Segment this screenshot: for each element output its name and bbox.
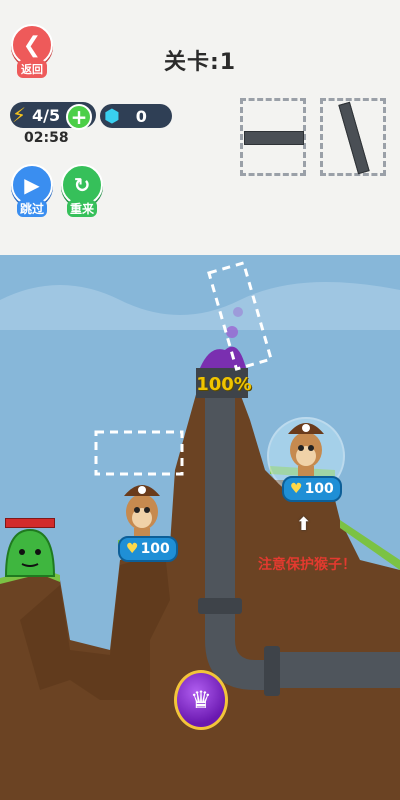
level-title: 关卡:1 [163,50,237,75]
back-label: 返回 [17,60,47,78]
gem-counter: ⬢ 0 [100,104,172,128]
retry-button[interactable]: ↻ 重来 [61,164,103,222]
pipe-joint-right [264,646,280,696]
skip-label: 跳过 [16,200,47,217]
heart-icon: ♥ [126,541,139,557]
gem-value: 0 [135,106,147,126]
fill-percent: 100% [196,374,252,395]
monkey-right-hp: ♥ 100 [282,476,342,502]
lightning-icon: ⚡ [12,103,27,127]
pipe-joint-top [198,598,242,614]
bubble [226,326,238,338]
pipe-horizontal [280,652,400,688]
energy-timer: 02:58 [24,130,69,146]
enemy-hp-bar [5,518,55,528]
power-button[interactable]: ♛ [174,670,228,730]
energy-value: 4/5 [32,105,61,125]
skip-button[interactable]: ▶ 跳过 [11,164,53,222]
back-button[interactable]: ❮ 返回 [11,24,53,78]
monkey-left-hp: ♥ 100 [118,536,178,562]
up-arrow-icon: ⬆ [296,514,312,535]
retry-label: 重来 [66,200,97,217]
warning-text: 注意保护猴子！ [258,557,356,573]
crown-icon: ♛ [190,686,212,714]
bubble [233,307,243,317]
monkey-right-hp-value: 100 [304,481,334,497]
gem-icon: ⬢ [104,105,120,127]
horizontal-bar-piece[interactable] [244,131,304,145]
heart-icon: ♥ [290,481,303,497]
pipe-vertical [205,392,235,607]
add-energy-button[interactable]: + [66,104,92,130]
monkey-left-hp-value: 100 [140,541,170,557]
